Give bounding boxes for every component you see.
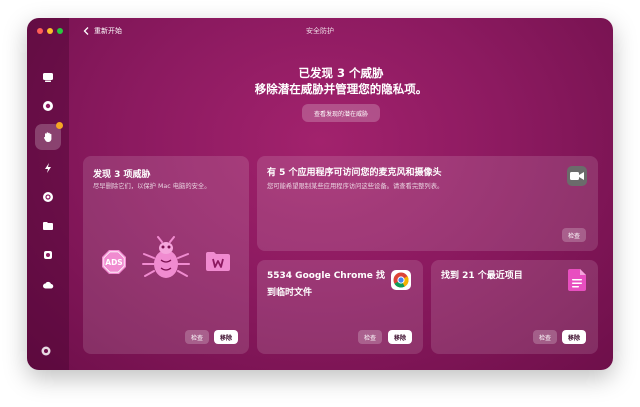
page-headline: 已发现 3 个威胁 移除潜在威胁并管理您的隐私项。 bbox=[69, 65, 613, 97]
chrome-card-title-line-2: 到临时文件 bbox=[267, 288, 313, 298]
sidebar-item-privacy[interactable] bbox=[35, 122, 63, 150]
sidebar-item-cleanup[interactable] bbox=[39, 68, 57, 86]
recent-items-card: 找到 21 个最近项目 检查 移除 bbox=[431, 260, 598, 354]
chrome-card-title-line-1: 5534 Google Chrome 找 bbox=[267, 271, 385, 281]
disk-icon bbox=[43, 73, 53, 82]
threats-card-desc: 尽早删除它们，以保护 Mac 电脑的安全。 bbox=[93, 183, 211, 190]
sidebar-item-cloud[interactable] bbox=[39, 276, 57, 294]
headline-line-1: 已发现 3 个威胁 bbox=[298, 66, 384, 80]
chrome-card-title: 5534 Google Chrome 找 到临时文件 bbox=[267, 268, 385, 302]
trash-icon bbox=[44, 251, 52, 259]
facetime-app-icon bbox=[567, 166, 587, 186]
threats-card: 发现 3 项威胁 尽早删除它们，以保护 Mac 电脑的安全。 ADS 检查 移除 bbox=[83, 156, 249, 354]
mic-camera-check-button[interactable]: 检查 bbox=[562, 228, 587, 242]
lightning-icon bbox=[45, 163, 51, 173]
folder-icon bbox=[43, 222, 53, 230]
notification-badge bbox=[56, 122, 63, 129]
chrome-check-button[interactable]: 检查 bbox=[358, 330, 383, 344]
app-window: 重新开始 安全防护 已发现 3 个威胁 移除潜在威胁并管理您的隐私项。 查看发现… bbox=[27, 18, 613, 370]
chrome-temp-files-card: 5534 Google Chrome 找 到临时文件 检查 移除 bbox=[257, 260, 423, 354]
sidebar-item-uninstaller[interactable] bbox=[39, 246, 57, 264]
sidebar-item-applications[interactable] bbox=[39, 188, 57, 206]
threats-remove-button[interactable]: 移除 bbox=[214, 330, 239, 344]
chrome-icon bbox=[391, 270, 411, 290]
cloud-icon bbox=[43, 281, 54, 289]
mic-camera-card: 有 5 个应用程序可访问您的麦克风和摄像头 您可能希望限制某些应用程序访问这些设… bbox=[257, 156, 598, 251]
ads-label: ADS bbox=[105, 258, 122, 267]
globe-icon bbox=[43, 192, 53, 202]
recent-card-title: 找到 21 个最近项目 bbox=[441, 271, 523, 281]
recent-check-button[interactable]: 检查 bbox=[533, 330, 558, 344]
sidebar-item-protection[interactable] bbox=[39, 97, 57, 115]
bug-icon bbox=[142, 236, 190, 278]
malware-folder-icon bbox=[206, 252, 230, 271]
mic-camera-card-title: 有 5 个应用程序可访问您的麦克风和摄像头 bbox=[267, 168, 442, 178]
camera-icon bbox=[570, 172, 584, 180]
ads-icon: ADS bbox=[102, 250, 126, 274]
hand-icon bbox=[43, 132, 52, 142]
sidebar bbox=[27, 18, 69, 370]
settings-icon[interactable] bbox=[41, 346, 51, 356]
review-threats-button[interactable]: 查看发现的潜在威胁 bbox=[302, 104, 380, 122]
recent-remove-button[interactable]: 移除 bbox=[562, 330, 587, 344]
sidebar-item-speed[interactable] bbox=[39, 159, 57, 177]
threats-check-button[interactable]: 检查 bbox=[185, 330, 210, 344]
chrome-remove-button[interactable]: 移除 bbox=[388, 330, 413, 344]
mic-camera-card-desc: 您可能希望限制某些应用程序访问这些设备。请查看完整列表。 bbox=[267, 183, 444, 190]
sidebar-item-files[interactable] bbox=[39, 217, 57, 235]
headline-line-2: 移除潜在威胁并管理您的隐私项。 bbox=[254, 82, 428, 96]
window-title: 安全防护 bbox=[306, 27, 334, 35]
shield-icon bbox=[43, 101, 53, 111]
document-icon bbox=[568, 269, 586, 291]
